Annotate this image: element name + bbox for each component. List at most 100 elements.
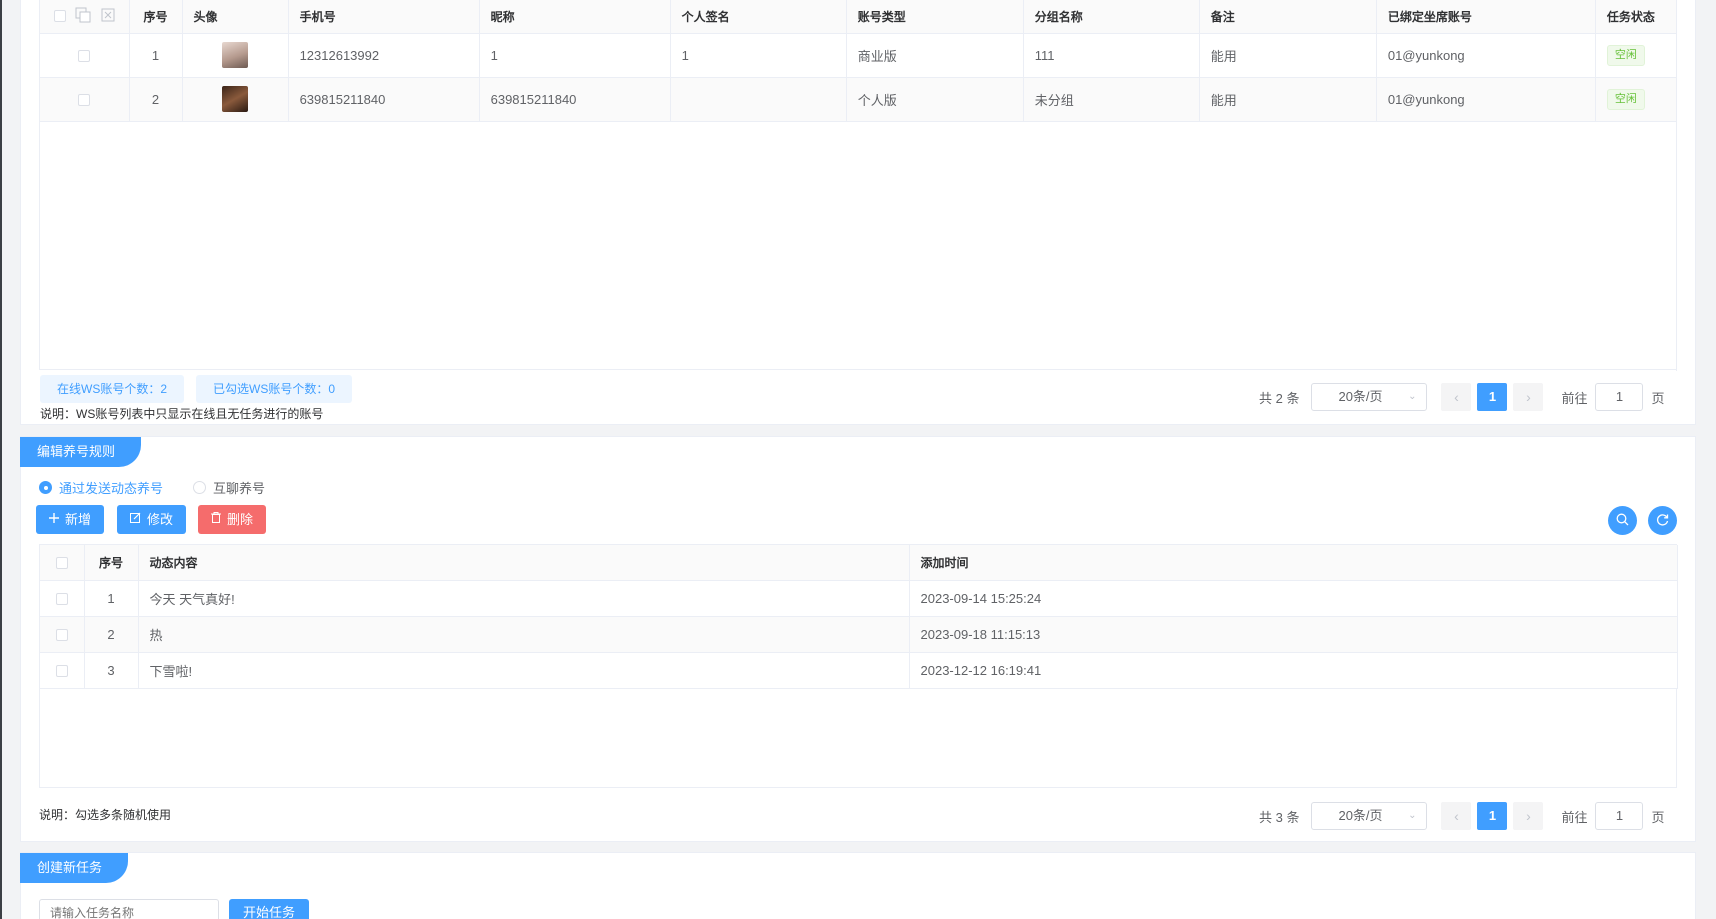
col-index: 序号 xyxy=(129,0,183,34)
radio-send-moments[interactable]: 通过发送动态养号 xyxy=(39,478,163,497)
status-badge: 空闲 xyxy=(1606,44,1645,66)
col-nickname: 昵称 xyxy=(479,0,671,34)
ws-account-panel: 序号 头像 手机号 昵称 个人签名 账号类型 分组名称 备注 已绑定坐席账号 任… xyxy=(20,0,1696,425)
copy-icon[interactable] xyxy=(75,7,91,26)
prev-page-button[interactable]: ‹ xyxy=(1441,383,1472,411)
radio-mutual-chat[interactable]: 互聊养号 xyxy=(193,478,265,497)
table-empty-area xyxy=(40,121,1677,371)
status-badge: 空闲 xyxy=(1606,88,1645,110)
page-size-select[interactable]: 20条/页 ⌄ xyxy=(1311,383,1428,411)
radio-dot[interactable] xyxy=(193,481,207,494)
edit-button-label: 修改 xyxy=(147,512,174,527)
row-group: 未分组 xyxy=(1023,77,1200,122)
select-all-checkbox[interactable] xyxy=(55,557,68,570)
row-nickname: 1 xyxy=(479,33,671,78)
row-checkbox[interactable] xyxy=(55,629,68,642)
radio-label: 互聊养号 xyxy=(213,481,266,496)
row-time: 2023-09-14 15:25:24 xyxy=(909,580,1678,617)
prev-page-button[interactable]: ‹ xyxy=(1441,802,1472,830)
table-row[interactable]: 3 下雪啦! 2023-12-12 16:19:41 xyxy=(40,652,1678,689)
page-number-current[interactable]: 1 xyxy=(1477,383,1508,411)
row-index: 2 xyxy=(84,616,139,653)
row-time: 2023-09-18 11:15:13 xyxy=(909,616,1678,653)
add-button-label: 新增 xyxy=(65,512,92,527)
table-row[interactable]: 1 12312613992 1 1 商业版 111 能用 01@yunkong … xyxy=(40,33,1678,78)
avatar xyxy=(222,42,249,68)
goto-label: 前往 xyxy=(1561,809,1588,825)
pagination-total: 共 3 条 xyxy=(1259,809,1300,825)
page-suffix: 页 xyxy=(1651,809,1665,825)
row-index: 1 xyxy=(84,580,139,617)
row-signature: 1 xyxy=(670,33,847,78)
row-remark: 能用 xyxy=(1199,33,1377,78)
row-checkbox[interactable] xyxy=(78,50,91,63)
row-seat: 01@yunkong xyxy=(1376,77,1596,122)
rule-mode-radio-group: 通过发送动态养号 互聊养号 xyxy=(39,478,295,497)
clear-selection-icon[interactable] xyxy=(101,8,115,25)
select-all-header[interactable] xyxy=(40,0,130,34)
row-index: 3 xyxy=(84,652,139,689)
page-size-select[interactable]: 20条/页 ⌄ xyxy=(1311,802,1428,830)
select-all-checkbox[interactable] xyxy=(53,10,66,23)
next-page-button[interactable]: › xyxy=(1513,802,1544,830)
rules-table: 序号 动态内容 添加时间 1 今天 天气真好! 2023-09-14 15:25… xyxy=(39,544,1678,788)
col-time: 添加时间 xyxy=(909,545,1678,581)
start-task-button[interactable]: 开始任务 xyxy=(229,899,310,919)
col-avatar: 头像 xyxy=(182,0,289,34)
row-nickname: 639815211840 xyxy=(479,77,671,122)
row-signature xyxy=(670,77,847,122)
goto-page-input[interactable]: 1 xyxy=(1595,802,1644,830)
col-index: 序号 xyxy=(84,545,139,581)
add-button[interactable]: 新增 xyxy=(36,505,105,534)
pagination-total: 共 2 条 xyxy=(1259,390,1300,406)
row-remark: 能用 xyxy=(1199,77,1377,122)
rules-note: 说明：勾选多条随机使用 xyxy=(39,808,172,822)
row-checkbox[interactable] xyxy=(55,593,68,606)
row-checkbox[interactable] xyxy=(55,665,68,678)
radio-dot[interactable] xyxy=(39,481,52,494)
row-index: 1 xyxy=(129,33,183,78)
pagination: 共 3 条 20条/页 ⌄ ‹ 1 › 前往 1 页 xyxy=(1259,802,1665,830)
goto-page-input[interactable]: 1 xyxy=(1595,383,1644,411)
table-row[interactable]: 1 今天 天气真好! 2023-09-14 15:25:24 xyxy=(40,580,1678,617)
chevron-down-icon: ⌄ xyxy=(1408,391,1417,402)
col-account-type: 账号类型 xyxy=(846,0,1024,34)
search-button[interactable] xyxy=(1608,506,1637,535)
row-type: 商业版 xyxy=(846,33,1024,78)
rules-panel-title: 编辑养号规则 xyxy=(20,437,142,467)
row-phone: 12312613992 xyxy=(288,33,480,78)
refresh-button[interactable] xyxy=(1648,506,1677,535)
page-number-current[interactable]: 1 xyxy=(1477,802,1508,830)
avatar xyxy=(222,86,249,112)
row-type: 个人版 xyxy=(846,77,1024,122)
page-size-value: 20条/页 xyxy=(1338,389,1383,404)
row-group: 111 xyxy=(1023,33,1200,78)
delete-button[interactable]: 删除 xyxy=(198,505,267,534)
goto-label: 前往 xyxy=(1561,390,1588,406)
next-page-button[interactable]: › xyxy=(1513,383,1544,411)
plus-icon xyxy=(49,505,59,534)
edit-icon xyxy=(130,505,141,534)
task-name-input[interactable] xyxy=(39,899,219,919)
col-seat: 已绑定坐席账号 xyxy=(1376,0,1596,34)
col-signature: 个人签名 xyxy=(670,0,847,34)
row-content: 热 xyxy=(138,616,910,653)
rules-panel: 编辑养号规则 通过发送动态养号 互聊养号 新增 修改 删除 序号 动态内容 添加… xyxy=(20,436,1696,842)
col-remark: 备注 xyxy=(1199,0,1377,34)
col-content: 动态内容 xyxy=(138,545,910,581)
row-time: 2023-12-12 16:19:41 xyxy=(909,652,1678,689)
row-checkbox[interactable] xyxy=(78,94,91,107)
page-suffix: 页 xyxy=(1651,390,1665,406)
row-content: 今天 天气真好! xyxy=(138,580,910,617)
col-group: 分组名称 xyxy=(1023,0,1200,34)
account-table: 序号 头像 手机号 昵称 个人签名 账号类型 分组名称 备注 已绑定坐席账号 任… xyxy=(39,0,1678,371)
refresh-icon xyxy=(1656,513,1669,529)
table-row[interactable]: 2 热 2023-09-18 11:15:13 xyxy=(40,616,1678,653)
row-content: 下雪啦! xyxy=(138,652,910,689)
row-seat: 01@yunkong xyxy=(1376,33,1596,78)
table-row[interactable]: 2 639815211840 639815211840 个人版 未分组 能用 0… xyxy=(40,77,1678,122)
delete-button-label: 删除 xyxy=(227,512,254,527)
row-index: 2 xyxy=(129,77,183,122)
radio-label: 通过发送动态养号 xyxy=(59,481,164,496)
edit-button[interactable]: 修改 xyxy=(117,505,187,534)
